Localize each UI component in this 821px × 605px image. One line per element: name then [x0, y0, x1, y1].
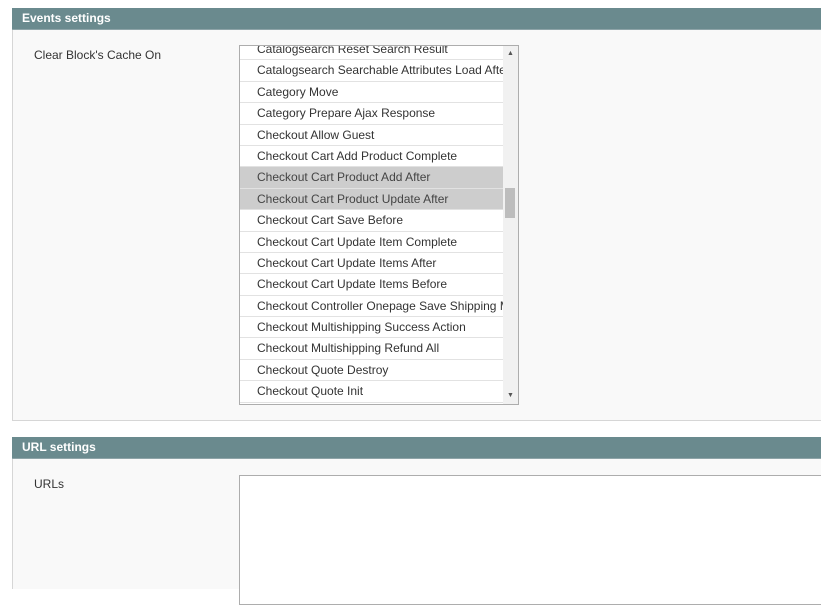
event-option[interactable]: Checkout Cart Product Update After [240, 188, 503, 211]
event-option[interactable]: Checkout Allow Guest [240, 125, 503, 146]
event-option[interactable]: Checkout Cart Product Add After [240, 167, 503, 189]
event-option[interactable]: Catalogsearch Reset Search Result [240, 46, 503, 61]
events-settings-section: Events settings Clear Block's Cache On C… [12, 8, 821, 421]
url-settings-body: URLs [12, 459, 821, 605]
url-settings-header[interactable]: URL settings [12, 437, 821, 459]
event-option[interactable]: Checkout Quote Destroy [240, 360, 503, 382]
scrollbar-thumb[interactable] [505, 188, 515, 218]
event-option[interactable]: Checkout Multishipping Success Action [240, 317, 503, 339]
event-option[interactable]: Checkout Cart Add Product Complete [240, 146, 503, 168]
event-option[interactable]: Checkout Cart Save Before [240, 210, 503, 232]
event-option[interactable]: Checkout Controller Onepage Save Shippin… [240, 296, 503, 318]
scroll-up-arrow-icon[interactable]: ▲ [503, 47, 518, 61]
clear-cache-label: Clear Block's Cache On [34, 48, 162, 62]
urls-label: URLs [34, 477, 65, 491]
event-option[interactable]: Checkout Quote Init [240, 381, 503, 403]
scrollbar[interactable]: ▲ ▼ [503, 46, 518, 404]
event-option[interactable]: Catalogsearch Searchable Attributes Load… [240, 60, 503, 82]
events-settings-body: Clear Block's Cache On Catalogsearch Res… [12, 30, 821, 421]
event-option[interactable]: Checkout Cart Update Items Before [240, 274, 503, 296]
event-option[interactable]: Checkout Cart Update Item Complete [240, 232, 503, 253]
event-option[interactable]: Checkout Multishipping Refund All [240, 338, 503, 360]
events-settings-header[interactable]: Events settings [12, 8, 821, 30]
event-option[interactable]: Category Move [240, 82, 503, 104]
urls-textarea[interactable] [239, 475, 821, 605]
event-option[interactable]: Category Prepare Ajax Response [240, 103, 503, 125]
url-settings-section: URL settings URLs [12, 437, 821, 605]
event-option[interactable]: Checkout Cart Update Items After [240, 253, 503, 275]
scroll-down-arrow-icon[interactable]: ▼ [503, 389, 518, 403]
options-list: Catalogsearch Reset Search Result Catalog… [240, 46, 503, 403]
clear-cache-events-multiselect[interactable]: Catalogsearch Reset Search Result Catalog… [239, 45, 519, 405]
